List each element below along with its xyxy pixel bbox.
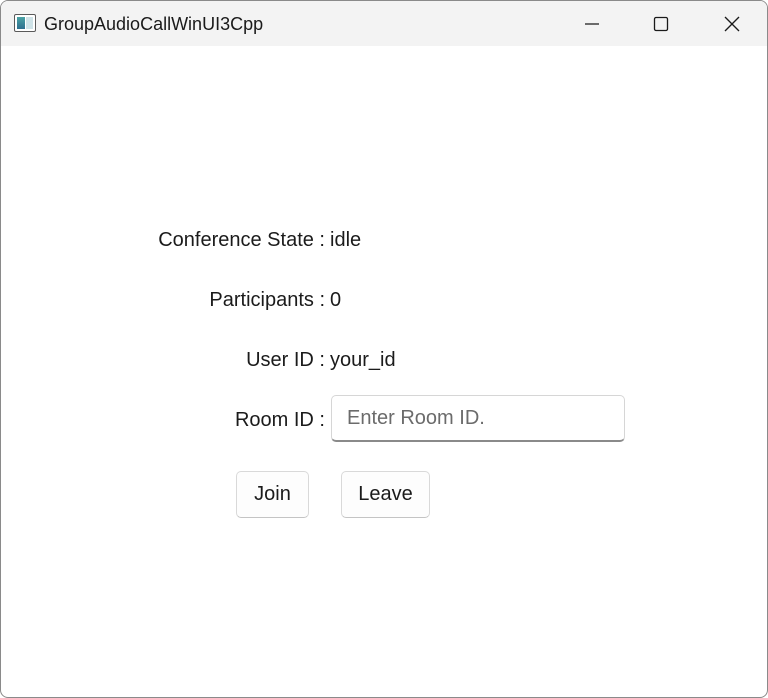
conference-state-label: Conference State : [158, 229, 325, 251]
app-icon-pane-left [17, 17, 25, 29]
user-id-label: User ID : [246, 349, 325, 371]
room-id-label: Room ID : [234, 409, 325, 431]
leave-button[interactable]: Leave [341, 471, 430, 518]
minimize-icon [585, 22, 599, 25]
maximize-button[interactable] [626, 1, 696, 46]
app-icon-pane-right [26, 17, 33, 29]
close-button[interactable] [697, 1, 767, 46]
user-id-value: your_id [330, 349, 396, 371]
join-button[interactable]: Join [236, 471, 309, 518]
app-window: GroupAudioCallWinUI3Cpp Conference State… [0, 0, 768, 698]
window-title: GroupAudioCallWinUI3Cpp [44, 14, 264, 34]
app-window-icon [14, 14, 36, 32]
participants-label: Participants : [209, 289, 325, 311]
conference-state-value: idle [330, 229, 362, 251]
title-bar[interactable]: GroupAudioCallWinUI3Cpp [1, 1, 767, 46]
room-id-input[interactable] [331, 395, 625, 442]
participants-value: 0 [330, 289, 342, 311]
close-icon [724, 16, 740, 31]
minimize-button[interactable] [557, 1, 627, 46]
maximize-icon [653, 16, 669, 31]
